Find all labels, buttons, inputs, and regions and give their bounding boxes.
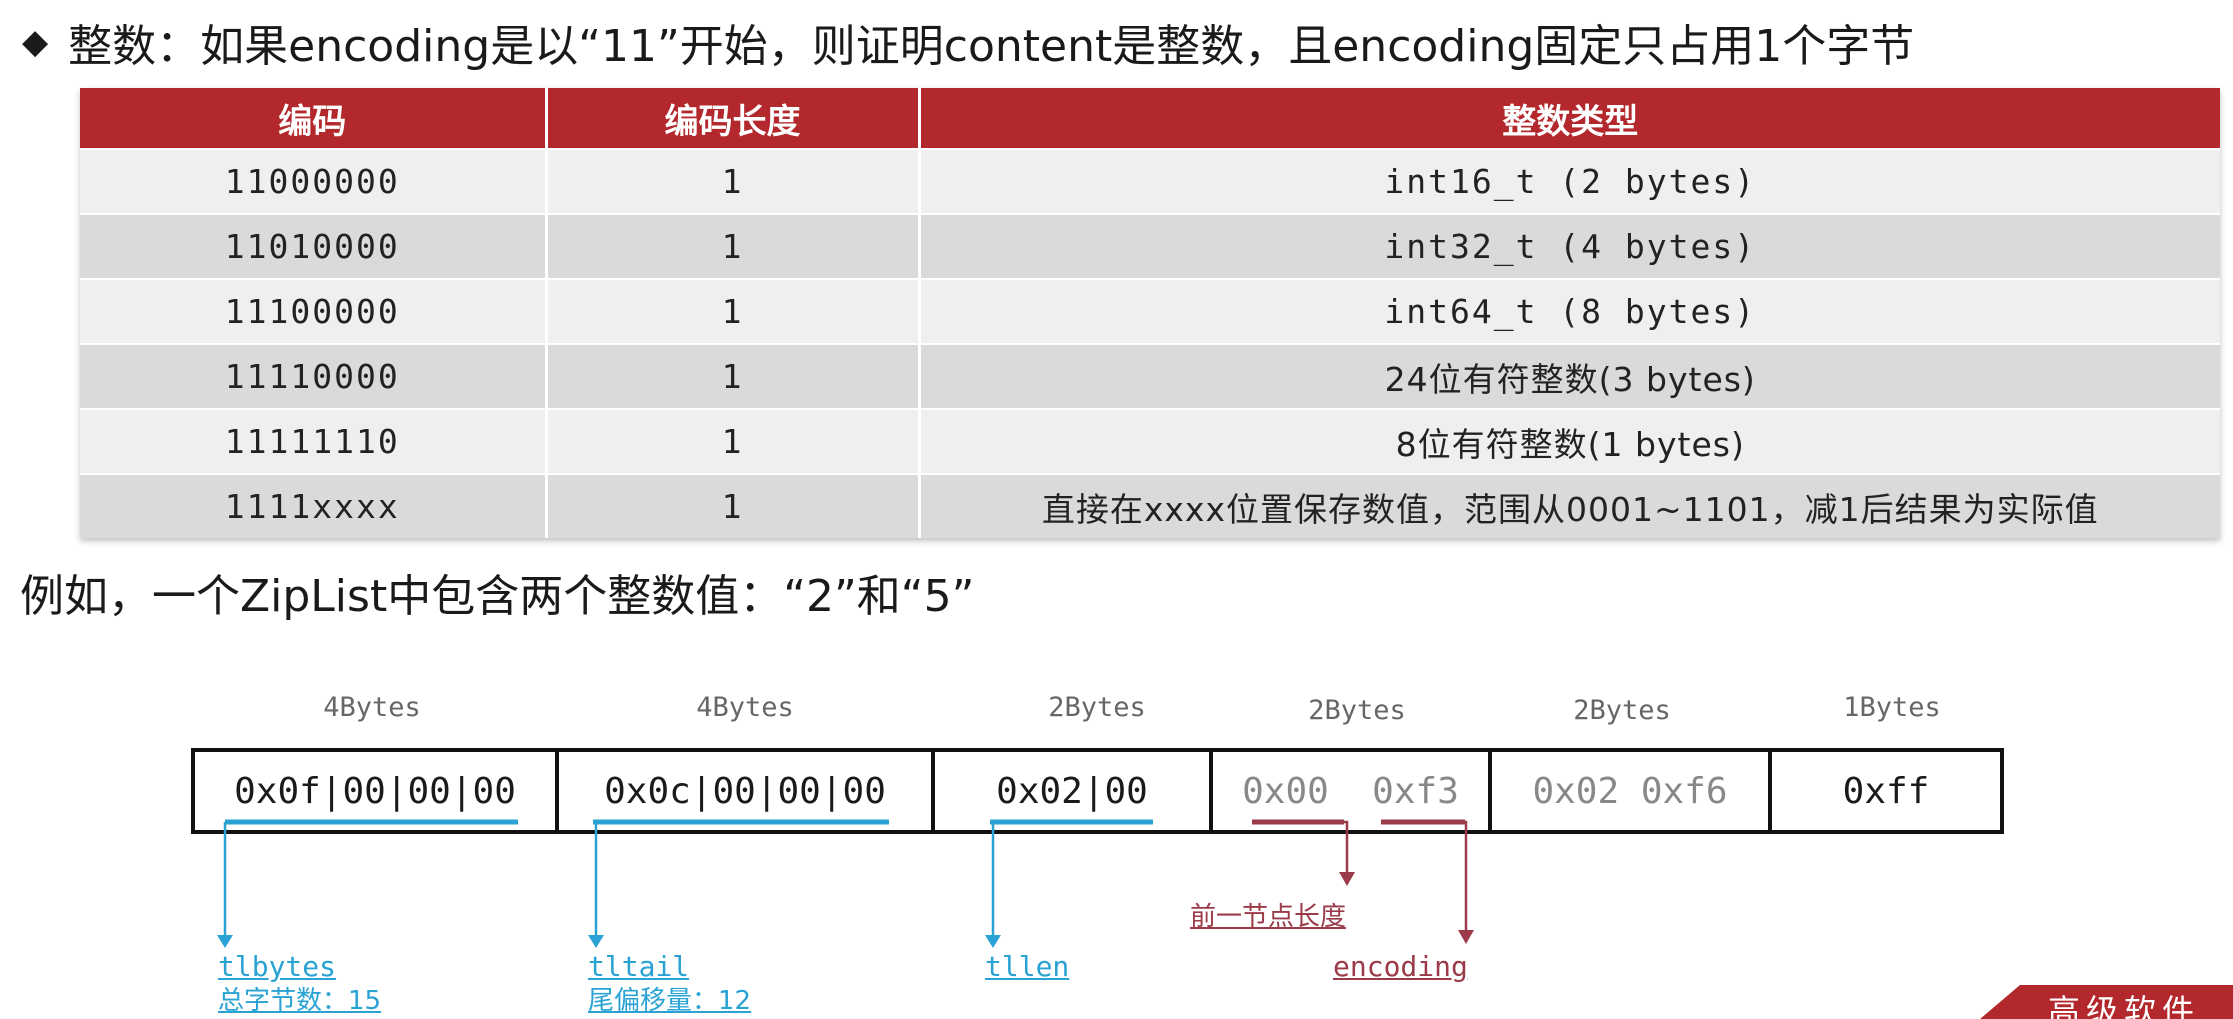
prevlen-label: 前一节点长度 [1190,902,1347,932]
encoding-label: encoding [1333,950,1468,983]
prevlen-leader [1344,820,1349,874]
zltail-arrowhead [588,935,604,948]
encoding-arrowhead [1458,930,1474,944]
zltail-desc: 尾偏移量：12 [588,986,752,1016]
zlbytes-name: tlbytes [218,950,337,983]
zllen-label: tllen [985,950,1070,983]
zlbytes-desc: 总字节数：15 [218,986,382,1016]
zltail-name: tltail [588,950,690,983]
zltail-label: tltail 尾偏移量：12 [588,950,751,1018]
annotation-arrows [217,819,1474,948]
zllen-arrowhead [985,935,1001,948]
brand-logo: 高级软件 [1980,985,2233,1019]
zlbytes-arrowhead [217,935,233,948]
encoding-leader [1464,820,1468,932]
prevlen-arrowhead [1339,872,1355,886]
zlbytes-label: tlbytes 总字节数：15 [218,950,381,1018]
